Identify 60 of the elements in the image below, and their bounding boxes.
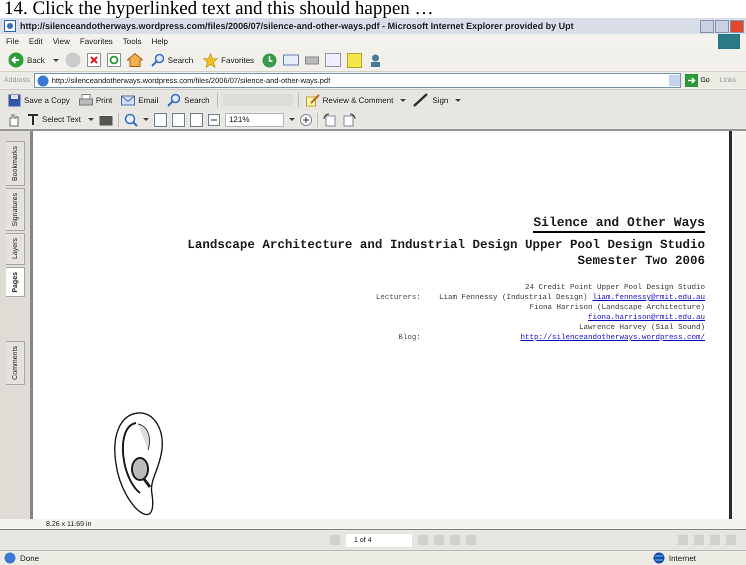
pencil-note-icon[interactable] [306,93,320,107]
fit-width-icon[interactable] [190,112,203,126]
review-button[interactable]: Review & Comment [304,92,396,108]
dropdown-caret-icon[interactable] [455,98,462,102]
search-icon[interactable] [167,93,182,107]
rotate-right-icon[interactable] [342,112,356,126]
ie-page-icon [4,20,16,32]
menu-item[interactable]: Edit [28,37,43,46]
document-subtitle: Semester Two 2006 [577,253,705,269]
back-button[interactable]: Back [6,51,47,69]
menu-item[interactable]: File [6,37,19,46]
menu-item[interactable]: Help [151,37,168,46]
menu-item[interactable]: View [52,37,70,46]
window-title: http://silenceandotherways.wordpress.com/files/2006/07/silence-and-other-ways.pdf - Microsoft Internet Explorer provided by Upt [20,21,575,31]
dropdown-caret-icon[interactable] [400,98,406,102]
maximize-button[interactable] [715,20,729,32]
save-button[interactable]: Save a Copy [6,92,72,108]
zoom-icon[interactable] [124,112,138,126]
ie-page-icon [4,552,16,564]
document-subtitle: Landscape Architecture and Industrial Design Upper Pool Design Studio [187,237,705,253]
search-button[interactable]: Search [165,92,212,108]
search-button[interactable]: Search [148,52,196,68]
menu-item[interactable]: Tools [122,37,142,46]
favorites-button[interactable]: Favorites [201,52,256,68]
close-button[interactable] [730,20,744,32]
caption-text: 14. Click the hyperlinked text and this should happen … [3,0,435,18]
actual-size-icon[interactable] [154,112,167,126]
globe-icon [652,552,665,564]
minimize-button[interactable] [700,20,714,32]
history-icon[interactable] [262,52,278,68]
windows-logo-tile [718,34,740,49]
dropdown-caret-icon[interactable] [142,118,149,121]
menu-item[interactable]: Favorites [80,37,113,46]
select-text-button[interactable]: Select Text [25,112,83,126]
stop-icon[interactable] [86,53,101,67]
arrow-icon[interactable] [685,74,698,87]
print-button[interactable]: Print [76,92,114,108]
ie-page-icon [36,74,49,86]
search-icon[interactable] [150,53,165,67]
envelope-icon[interactable] [121,94,136,106]
email-button[interactable]: Email [119,93,160,107]
rotate-left-icon[interactable] [322,112,337,126]
zone-text: Internet [668,554,696,562]
zoom-out-icon[interactable] [208,114,220,126]
dropdown-caret-icon[interactable] [52,58,59,62]
fit-page-icon[interactable] [172,112,185,126]
dropdown-caret-icon[interactable] [88,118,94,121]
refresh-icon[interactable] [106,53,121,67]
dropdown-caret-icon[interactable] [288,118,295,121]
sign-button[interactable]: Sign [411,92,450,108]
pen-icon[interactable] [413,93,430,107]
status-text: Done [20,554,40,562]
sticky-note-icon[interactable] [347,52,362,68]
document-title: Silence and Other Ways [533,215,705,233]
star-icon[interactable] [203,52,218,68]
printer-icon[interactable] [78,94,93,106]
zoom-field[interactable]: 121% [224,112,284,126]
zoom-in-icon[interactable] [300,114,312,126]
text-cursor-icon[interactable] [27,114,39,126]
home-icon[interactable] [126,53,143,67]
